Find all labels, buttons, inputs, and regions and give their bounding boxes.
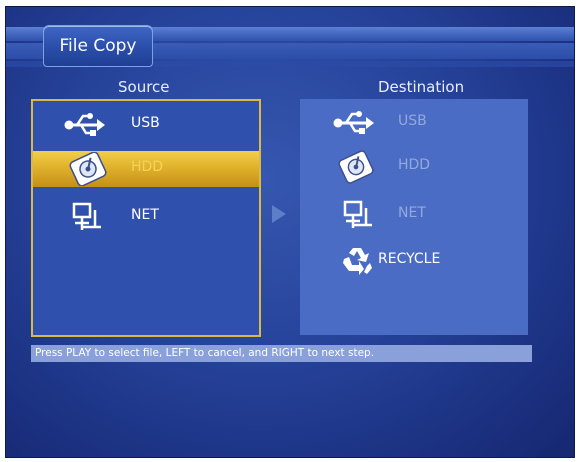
- network-icon: [72, 202, 101, 230]
- destination-list[interactable]: USB HDD NET RECYCLE: [300, 99, 528, 335]
- network-icon: [343, 200, 372, 228]
- source-item-label: NET: [131, 207, 159, 223]
- destination-item-recycle[interactable]: RECYCLE: [300, 243, 528, 279]
- destination-heading: Destination: [378, 78, 465, 96]
- hdd-icon: [338, 150, 374, 184]
- source-item-label: HDD: [131, 159, 164, 175]
- recycle-icon: [343, 248, 372, 275]
- help-hint-bar: Press PLAY to select file, LEFT to cance…: [31, 345, 532, 362]
- source-list[interactable]: USB HDD NET: [31, 99, 261, 337]
- destination-item-hdd[interactable]: HDD: [300, 149, 528, 185]
- destination-item-label: RECYCLE: [378, 251, 441, 267]
- source-item-label: USB: [131, 115, 160, 131]
- next-step-arrow-icon: [272, 205, 286, 223]
- source-item-hdd[interactable]: HDD: [33, 151, 259, 187]
- usb-icon: [333, 111, 374, 134]
- source-heading: Source: [118, 78, 170, 96]
- source-item-usb[interactable]: USB: [33, 107, 259, 143]
- destination-item-usb[interactable]: USB: [300, 105, 528, 141]
- file-copy-screen: File Copy Source Destination USB HDD NET…: [5, 6, 575, 458]
- page-title: File Copy: [43, 25, 153, 67]
- destination-item-label: HDD: [398, 157, 431, 173]
- destination-item-net[interactable]: NET: [300, 197, 528, 233]
- source-item-net[interactable]: NET: [33, 199, 259, 235]
- usb-icon: [64, 113, 105, 136]
- hdd-icon: [69, 152, 107, 186]
- destination-item-label: NET: [398, 205, 426, 221]
- destination-item-label: USB: [398, 113, 427, 129]
